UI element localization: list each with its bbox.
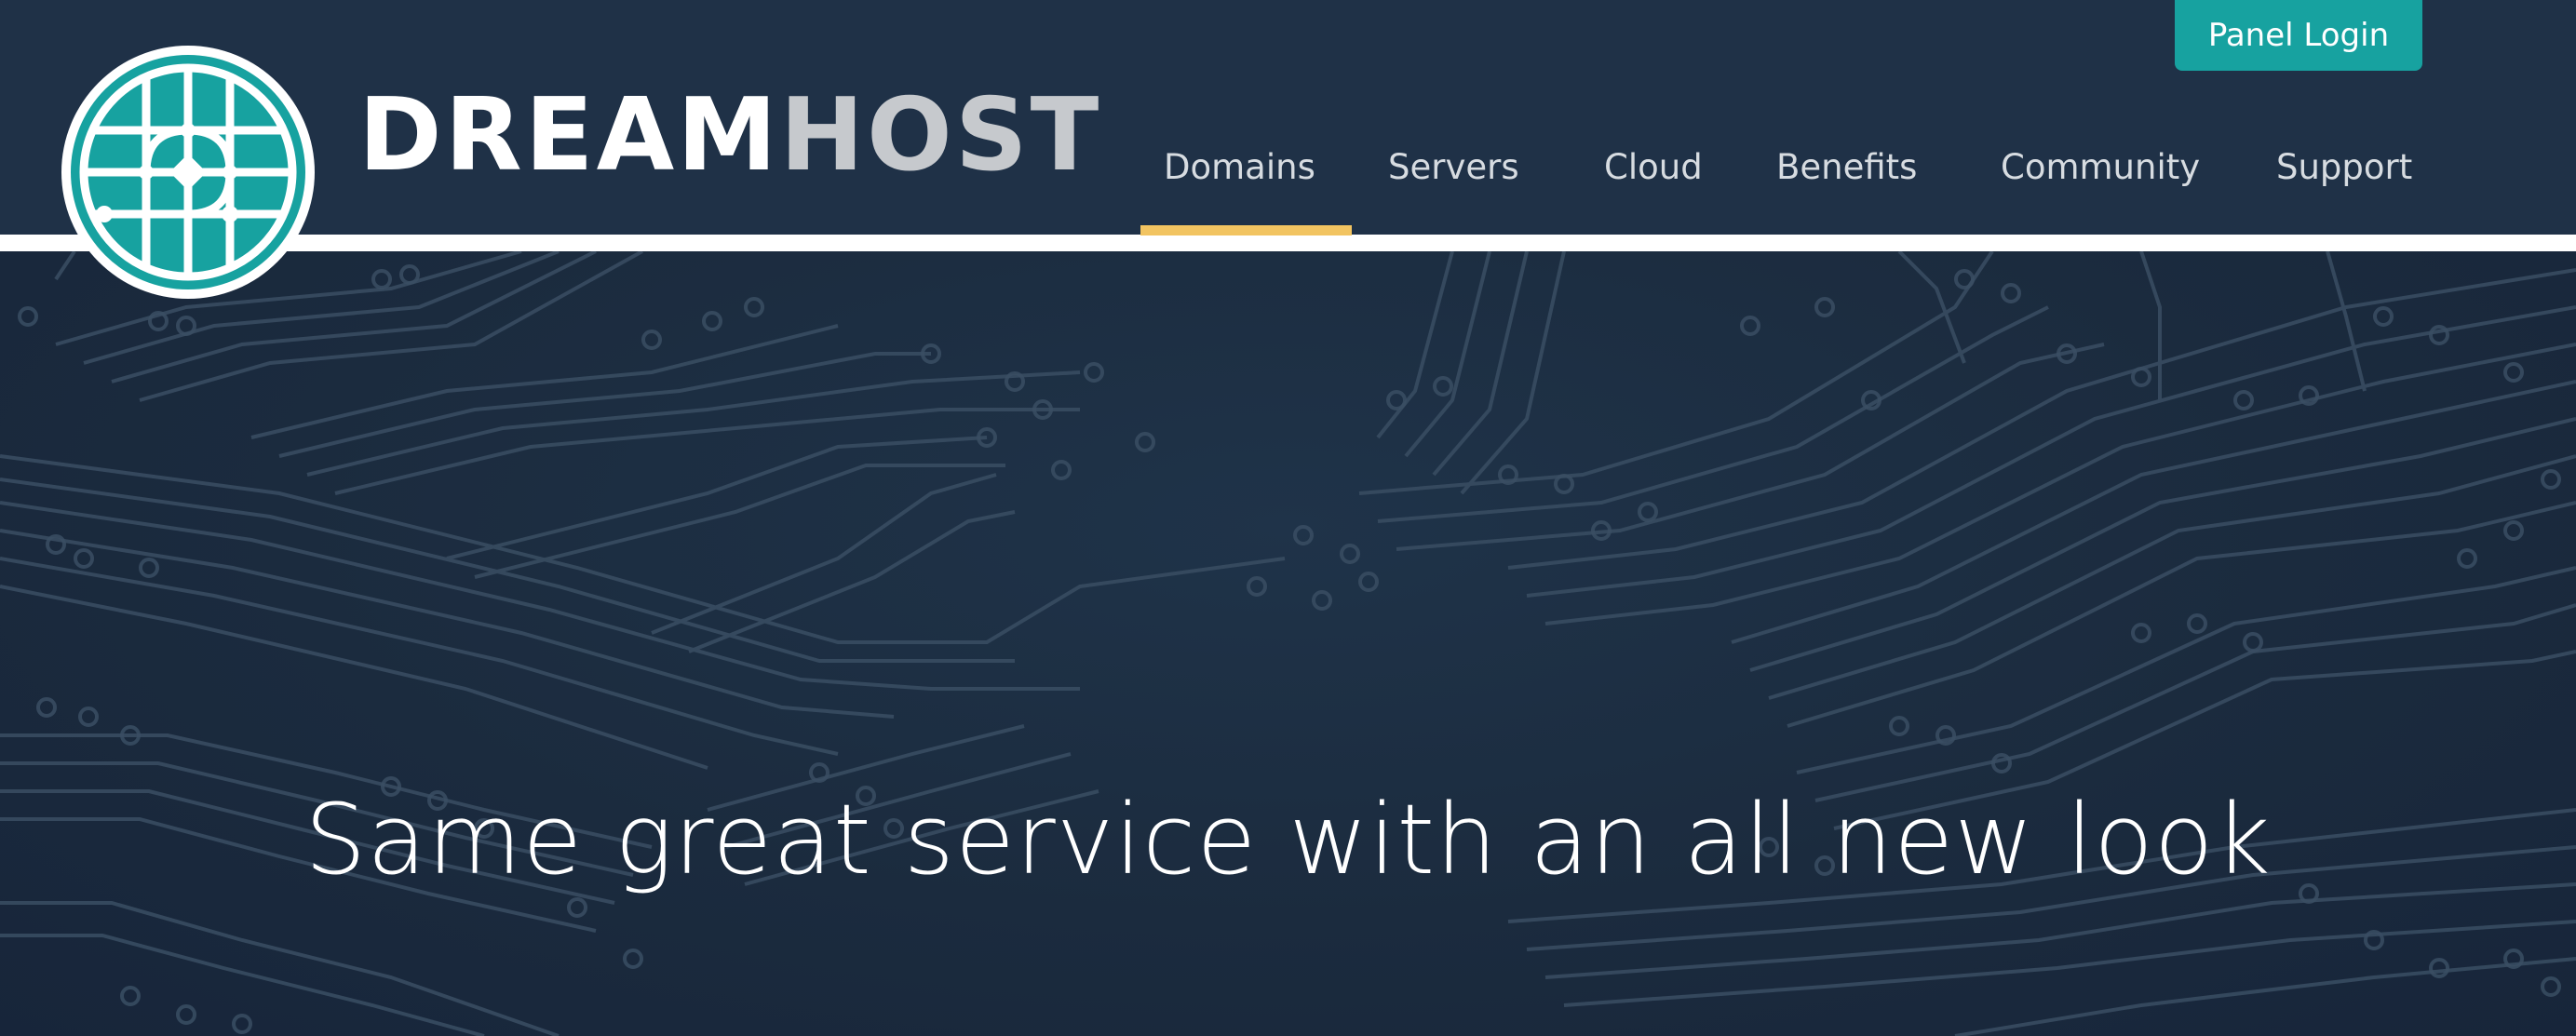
panel-login-button[interactable]: Panel Login — [2175, 0, 2422, 71]
dreamhost-logo-icon[interactable] — [58, 42, 318, 303]
nav-item-benefits[interactable]: Benefits — [1776, 144, 1917, 191]
nav-item-servers[interactable]: Servers — [1388, 144, 1519, 191]
brand-wordmark-secondary: HOST — [779, 77, 1102, 194]
nav-item-cloud[interactable]: Cloud — [1604, 144, 1703, 191]
brand-wordmark[interactable]: DREAMHOST — [358, 86, 1101, 186]
page: Same great service with an all new look — [0, 0, 2576, 1036]
nav-item-domains[interactable]: Domains — [1164, 144, 1315, 191]
hero-headline: Same great service with an all new look — [304, 783, 2272, 896]
nav-item-community[interactable]: Community — [2001, 144, 2200, 191]
nav-active-indicator — [1140, 225, 1352, 235]
nav-item-support[interactable]: Support — [2276, 144, 2412, 191]
brand-wordmark-primary: DREAM — [358, 77, 780, 194]
header-divider — [0, 235, 2576, 251]
circuit-board-background — [0, 251, 2576, 1036]
hero-banner: Same great service with an all new look — [0, 251, 2576, 1036]
